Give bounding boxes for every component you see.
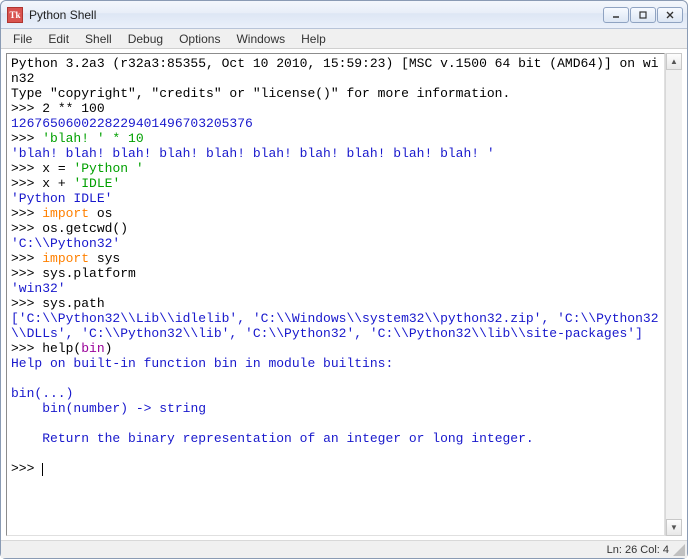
menu-edit[interactable]: Edit [40, 30, 77, 48]
scroll-down-button[interactable]: ▼ [666, 519, 682, 536]
input-7-rest: sys [89, 251, 120, 266]
prompt: >>> [11, 131, 42, 146]
input-7-kw: import [42, 251, 89, 266]
titlebar[interactable]: Tk Python Shell [1, 1, 687, 29]
prompt: >>> [11, 161, 42, 176]
banner-line-1: Python 3.2a3 (r32a3:85355, Oct 10 2010, … [11, 56, 659, 86]
scroll-track[interactable] [666, 70, 682, 519]
window-title: Python Shell [29, 8, 603, 22]
input-10a: help( [42, 341, 81, 356]
shell-text[interactable]: Python 3.2a3 (r32a3:85355, Oct 10 2010, … [6, 53, 665, 536]
scroll-up-button[interactable]: ▲ [666, 53, 682, 70]
menu-windows[interactable]: Windows [228, 30, 293, 48]
window-controls [603, 7, 683, 23]
resize-grip[interactable] [673, 544, 685, 556]
prompt: >>> [11, 176, 42, 191]
statusbar: Ln: 26 Col: 4 [1, 540, 687, 558]
maximize-icon [638, 10, 648, 20]
output-4: 'Python IDLE' [11, 191, 112, 206]
output-9: ['C:\\Python32\\Lib\\idlelib', 'C:\\Wind… [11, 311, 659, 341]
input-1: 2 ** 100 [42, 101, 104, 116]
input-8: sys.platform [42, 266, 136, 281]
output-8: 'win32' [11, 281, 66, 296]
input-3a: x = [42, 161, 73, 176]
prompt: >>> [11, 341, 42, 356]
minimize-icon [611, 10, 621, 20]
menu-file[interactable]: File [5, 30, 40, 48]
prompt: >>> [11, 266, 42, 281]
input-10b: bin [81, 341, 104, 356]
input-5-rest: os [89, 206, 112, 221]
close-icon [665, 10, 675, 20]
menu-shell[interactable]: Shell [77, 30, 120, 48]
input-9: sys.path [42, 296, 104, 311]
input-2: 'blah! ' * 10 [42, 131, 143, 146]
prompt: >>> [11, 251, 42, 266]
window-frame: Tk Python Shell File Edit Shell Debug Op… [0, 0, 688, 559]
input-5-kw: import [42, 206, 89, 221]
output-6: 'C:\\Python32' [11, 236, 120, 251]
input-10c: ) [105, 341, 113, 356]
prompt: >>> [11, 206, 42, 221]
app-icon: Tk [7, 7, 23, 23]
prompt: >>> [11, 296, 42, 311]
minimize-button[interactable] [603, 7, 629, 23]
input-4a: x + [42, 176, 73, 191]
vertical-scrollbar[interactable]: ▲ ▼ [665, 53, 682, 536]
chevron-down-icon: ▼ [670, 523, 678, 532]
help-line-2: bin(...) [11, 386, 73, 401]
menu-debug[interactable]: Debug [120, 30, 171, 48]
banner-line-2: Type "copyright", "credits" or "license(… [11, 86, 510, 101]
input-6: os.getcwd() [42, 221, 128, 236]
output-2: 'blah! blah! blah! blah! blah! blah! bla… [11, 146, 495, 161]
close-button[interactable] [657, 7, 683, 23]
chevron-up-icon: ▲ [670, 57, 678, 66]
output-1: 1267650600228229401496703205376 [11, 116, 253, 131]
menu-help[interactable]: Help [293, 30, 334, 48]
menubar: File Edit Shell Debug Options Windows He… [1, 29, 687, 49]
cursor-position: Ln: 26 Col: 4 [607, 544, 669, 556]
text-cursor [42, 463, 43, 476]
editor-area: Python 3.2a3 (r32a3:85355, Oct 10 2010, … [4, 51, 684, 538]
prompt: >>> [11, 101, 42, 116]
help-line-4: Return the binary representation of an i… [11, 431, 534, 446]
help-line-3: bin(number) -> string [11, 401, 206, 416]
menu-options[interactable]: Options [171, 30, 228, 48]
help-line-1: Help on built-in function bin in module … [11, 356, 393, 371]
prompt: >>> [11, 221, 42, 236]
prompt: >>> [11, 461, 42, 476]
input-3b: 'Python ' [73, 161, 143, 176]
input-4b: 'IDLE' [73, 176, 120, 191]
maximize-button[interactable] [630, 7, 656, 23]
